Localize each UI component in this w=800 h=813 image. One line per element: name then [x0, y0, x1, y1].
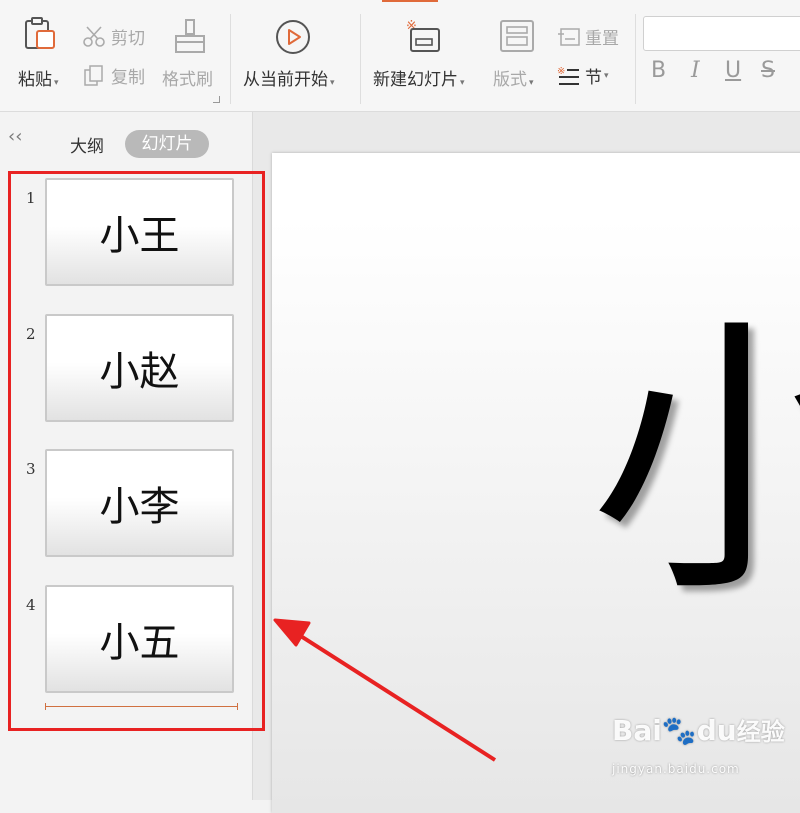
annotation-arrow: [273, 618, 497, 762]
paw-icon: 🐾: [661, 714, 697, 747]
watermark-logo: Bai🐾du经验: [612, 714, 785, 747]
watermark-url: jingyan.baidu.com: [612, 762, 740, 776]
